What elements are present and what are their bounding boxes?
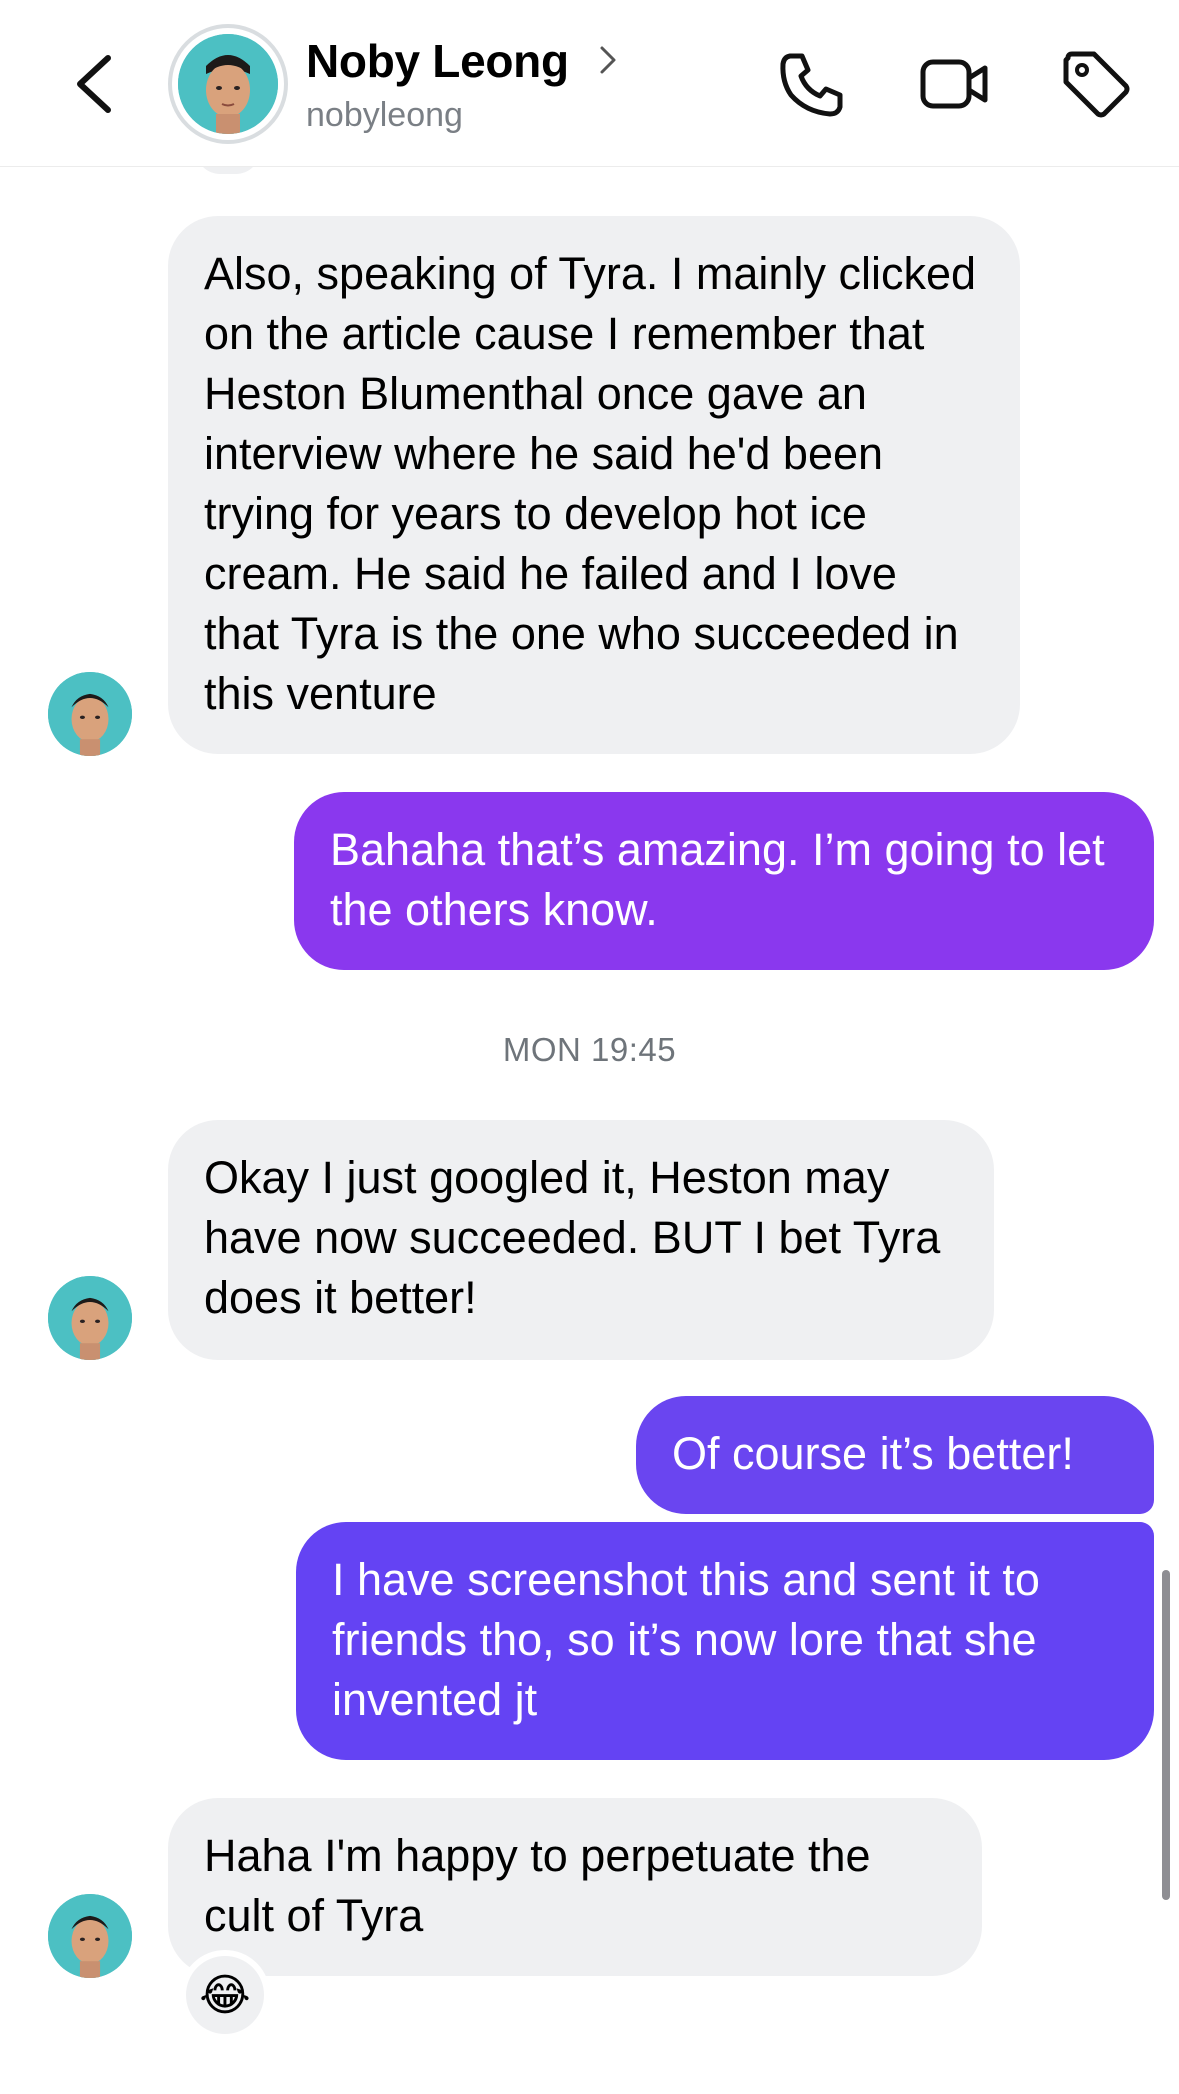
contact-avatar-small[interactable] bbox=[48, 1276, 132, 1360]
laughing-emoji-icon: 😂 bbox=[199, 1970, 251, 2020]
contact-avatar[interactable] bbox=[168, 24, 288, 144]
contact-name[interactable]: Noby Leong bbox=[306, 34, 569, 88]
face-icon bbox=[48, 1276, 132, 1360]
contact-avatar-small[interactable] bbox=[48, 1894, 132, 1978]
contact-handle: nobyleong bbox=[306, 96, 463, 134]
face-icon bbox=[178, 34, 278, 134]
scrollbar[interactable] bbox=[1162, 1570, 1170, 1900]
message-outgoing[interactable]: I have screenshot this and sent it to fr… bbox=[296, 1522, 1154, 1760]
chat-header: Noby Leong nobyleong bbox=[0, 0, 1179, 167]
face-icon bbox=[48, 672, 132, 756]
face-icon bbox=[48, 1894, 132, 1978]
message-incoming[interactable]: Also, speaking of Tyra. I mainly clicked… bbox=[168, 216, 1020, 754]
timestamp-divider: MON 19:45 bbox=[502, 1031, 677, 1068]
message-incoming[interactable]: Haha I'm happy to perpetuate the cult of… bbox=[168, 1798, 982, 1976]
video-camera-icon[interactable] bbox=[918, 48, 990, 120]
tag-icon[interactable] bbox=[1060, 48, 1132, 120]
chat-screen: Noby Leong nobyleong Also, speaking of T… bbox=[0, 0, 1179, 2094]
back-arrow-icon[interactable] bbox=[64, 44, 124, 124]
message-incoming[interactable]: Okay I just googled it, Heston may have … bbox=[168, 1120, 994, 1360]
message-outgoing[interactable]: Of course it’s better! bbox=[636, 1396, 1154, 1514]
chevron-right-icon[interactable] bbox=[596, 42, 620, 78]
message-outgoing[interactable]: Bahaha that’s amazing. I’m going to let … bbox=[294, 792, 1154, 970]
phone-icon[interactable] bbox=[776, 48, 848, 120]
contact-avatar-small[interactable] bbox=[48, 672, 132, 756]
reaction-badge[interactable]: 😂 bbox=[180, 1950, 270, 2040]
